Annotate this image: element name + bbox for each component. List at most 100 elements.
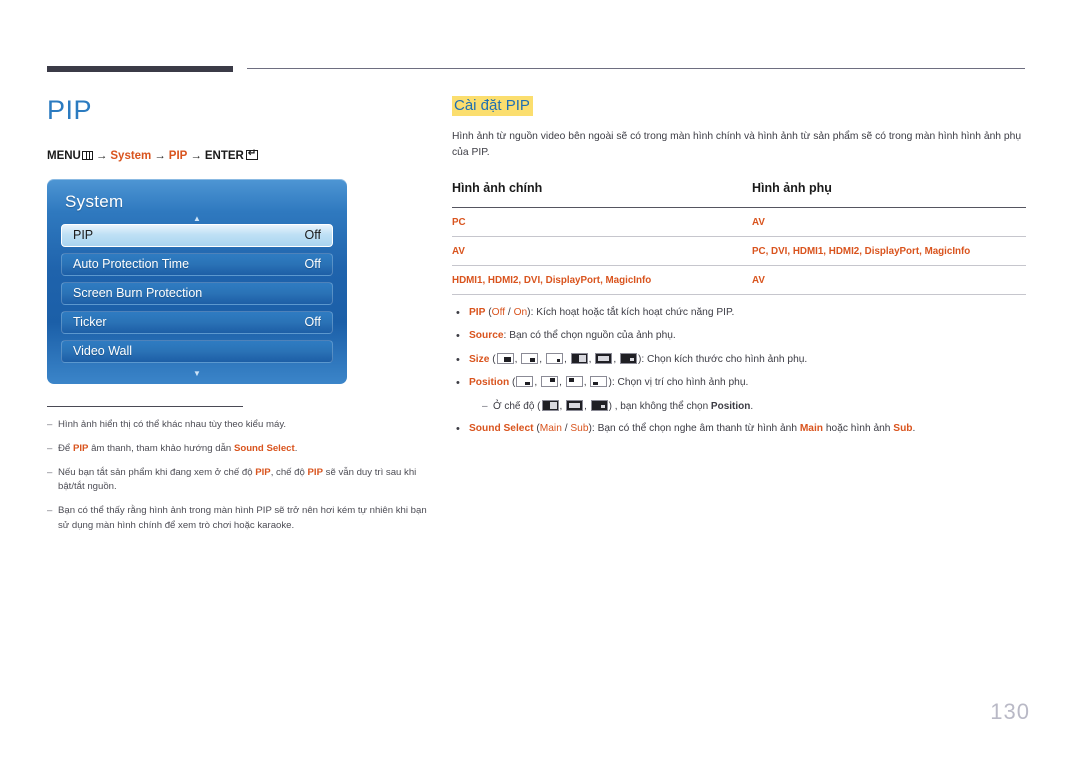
footnote-item: – Bạn có thể thấy rằng hình ảnh trong mà…: [47, 504, 433, 534]
breadcrumb-step-pip: PIP: [168, 149, 188, 162]
bullet-key-sub: Sub: [893, 422, 913, 434]
bullet-desc: : Bạn có thể chọn nguồn của ảnh phụ.: [503, 330, 676, 342]
bullet-desc-2: hoặc hình ảnh: [823, 422, 894, 434]
pip-position-bottom-left-icon: [590, 376, 608, 388]
menu-icon: [81, 150, 93, 160]
bullet-desc: : Kích hoạt hoặc tắt kích hoạt chức năng…: [530, 306, 735, 318]
footnote-dash: –: [47, 418, 53, 430]
osd-scroll-down-icon[interactable]: ▼: [61, 369, 333, 379]
bullet-size: • Size (, , , , , ): Chọn kích thước cho…: [452, 352, 1026, 369]
settings-bullet-list: • PIP (Off / On): Kích hoạt hoặc tắt kíc…: [452, 305, 1026, 438]
header-rule-left: [47, 66, 233, 72]
bullet-key: Position: [469, 377, 510, 389]
pip-position-bottom-right-icon: [516, 376, 534, 388]
table-cell-main: PC: [452, 216, 466, 228]
table-cell-sub: PC, DVI, HDMI1, HDMI2, DisplayPort, Magi…: [752, 245, 971, 257]
bullet-dot: •: [456, 353, 460, 366]
enter-label: ENTER: [204, 149, 244, 162]
slash: /: [505, 306, 514, 318]
footnote-dash: –: [47, 505, 53, 517]
section-title: Cài đặt PIP: [452, 96, 533, 116]
pip-split-icon-3: [590, 399, 608, 411]
menu-breadcrumb: MENU → System → PIP → ENTER: [47, 148, 433, 164]
sub-note-period: .: [750, 400, 754, 412]
osd-system-menu: System ▲ PIP Off Auto Protection Time Of…: [47, 178, 347, 384]
bullet-sound-select: • Sound Select (Main / Sub): Bạn có thể …: [452, 421, 1026, 438]
osd-item-pip[interactable]: PIP Off: [61, 223, 333, 247]
pip-size-icon-3: [545, 352, 563, 364]
bullet-text: Size (, , , , , ): Chọn kích thước cho h…: [469, 352, 808, 365]
bullet-text: Position (, , , ): Chọn vị trí cho hình …: [469, 376, 749, 389]
bullet-desc: : Bạn có thể chọn nghe âm thanh từ hình …: [591, 422, 800, 434]
osd-item-value: Off: [304, 257, 321, 272]
right-column: Cài đặt PIP Hình ảnh từ nguồn video bên …: [452, 96, 1026, 444]
sub-note-suffix: ) , bạn không thể chọn: [608, 400, 711, 412]
osd-scroll-up-icon[interactable]: ▲: [61, 214, 333, 224]
table-header-row: Hình ảnh chính Hình ảnh phụ: [452, 181, 1026, 207]
bullet-key: Source: [469, 330, 504, 342]
osd-item-label: Ticker: [73, 315, 107, 330]
osd-item-value: Off: [304, 228, 321, 243]
pip-split-icon-1: [570, 352, 588, 364]
pip-position-top-left-icon: [565, 376, 583, 388]
osd-item-auto-protection-time[interactable]: Auto Protection Time Off: [61, 252, 333, 276]
footnote-text: Nếu bạn tắt sản phẩm khi đang xem ở chế …: [58, 466, 417, 493]
table-cell-sub: AV: [752, 216, 765, 228]
osd-item-label: Screen Burn Protection: [73, 286, 203, 301]
osd-item-ticker[interactable]: Ticker Off: [61, 310, 333, 334]
osd-item-label: Auto Protection Time: [73, 257, 190, 272]
osd-item-label: PIP: [73, 228, 94, 243]
breadcrumb-arrow-2: →: [154, 149, 166, 162]
bullet-dot: •: [456, 422, 460, 435]
footnote-list: – Hình ảnh hiển thị có thể khác nhau tùy…: [47, 418, 433, 534]
menu-label: MENU: [47, 149, 81, 162]
sub-note-dash: –: [482, 400, 488, 412]
footnote-divider: [47, 405, 243, 407]
paren: (: [489, 353, 496, 365]
bullet-dot: •: [456, 377, 460, 390]
table-cell-sub: AV: [752, 274, 765, 286]
osd-item-video-wall[interactable]: Video Wall: [61, 339, 333, 363]
sub-note-key: Position: [710, 400, 751, 412]
bullet-key: PIP: [469, 306, 486, 318]
sub-note-prefix: Ở chế độ (: [493, 400, 541, 412]
page-title: PIP: [47, 95, 93, 125]
breadcrumb-arrow-3: →: [190, 149, 202, 162]
bullet-desc: ): Chọn vị trí cho hình ảnh phụ.: [608, 377, 749, 389]
option-sub: Sub: [570, 422, 589, 434]
paren: (: [509, 377, 516, 389]
option-on: On: [513, 306, 528, 318]
footnote-item: – Để PIP âm thanh, tham khảo hướng dẫn S…: [47, 442, 433, 457]
footnote-dash: –: [47, 466, 53, 478]
table-cell-main: AV: [452, 245, 465, 257]
position-sub-note: – Ở chế độ (, , ) , bạn không thể chọn P…: [452, 399, 1026, 414]
pip-split-icon-3: [619, 352, 637, 364]
enter-key-icon: [245, 148, 258, 160]
osd-title: System: [65, 191, 124, 211]
sub-note-text: Ở chế độ (, , ) , bạn không thể chọn Pos…: [493, 399, 754, 412]
bullet-text: Source: Bạn có thể chọn nguồn của ảnh ph…: [469, 328, 1026, 345]
pip-size-icon-2: [521, 352, 539, 364]
table-cell-main: HDMI1, HDMI2, DVI, DisplayPort, MagicInf…: [452, 274, 652, 286]
section-description: Hình ảnh từ nguồn video bên ngoài sẽ có …: [452, 131, 1022, 158]
bullet-dot: •: [456, 330, 460, 343]
bullet-text: Sound Select (Main / Sub): Bạn có thể ch…: [469, 421, 1026, 438]
pip-position-top-right-icon: [541, 376, 559, 388]
osd-item-screen-burn-protection[interactable]: Screen Burn Protection: [61, 281, 333, 305]
left-column: PIP MENU→System→PIP→ENTER System ▲ PIP O…: [47, 95, 433, 543]
footnote-item: – Nếu bạn tắt sản phẩm khi đang xem ở ch…: [47, 466, 433, 496]
footnote-text: Bạn có thể thấy rằng hình ảnh trong màn …: [58, 505, 427, 532]
pip-size-icon-1: [496, 352, 514, 364]
header-rule-right: [247, 68, 1025, 69]
bullet-desc: ): Chọn kích thước cho hình ảnh phụ.: [637, 353, 808, 365]
bullet-key-main: Main: [799, 422, 824, 434]
bullet-key: Sound Select: [469, 422, 534, 434]
osd-item-label: Video Wall: [73, 344, 133, 359]
option-off: Off: [491, 306, 506, 318]
footnote-dash: –: [47, 442, 53, 454]
table-row: HDMI1, HDMI2, DVI, DisplayPort, MagicInf…: [452, 264, 1026, 295]
bullet-text: PIP (Off / On): Kích hoạt hoặc tắt kích …: [469, 305, 1026, 322]
footnote-item: – Hình ảnh hiển thị có thể khác nhau tùy…: [47, 418, 433, 433]
source-compatibility-table: Hình ảnh chính Hình ảnh phụ PC AV AV PC,…: [452, 181, 1026, 295]
pip-split-icon-1: [541, 399, 559, 411]
